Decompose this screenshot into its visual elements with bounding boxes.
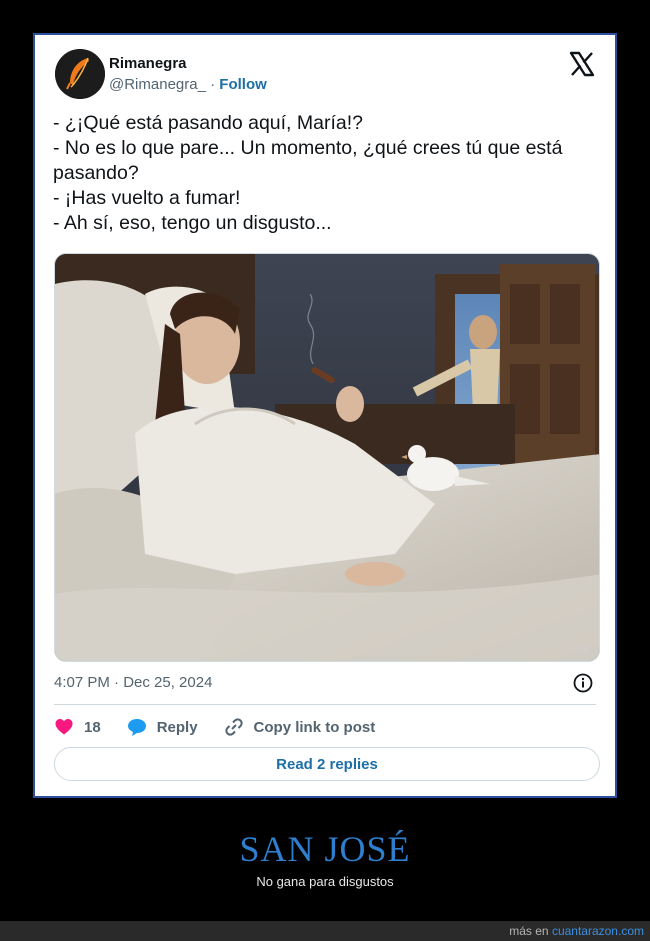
footer-site-link[interactable]: cuantarazon.com	[552, 924, 644, 938]
author-handle-line: @Rimanegra_ · Follow	[109, 76, 267, 93]
tweet-image[interactable]: GROK	[54, 253, 600, 662]
image-watermark: GROK	[560, 645, 591, 655]
link-icon	[224, 718, 243, 736]
author-name[interactable]: Rimanegra	[109, 55, 187, 72]
like-count: 18	[84, 718, 101, 736]
tweet-text: - ¿¡Qué está pasando aquí, María!? - No …	[53, 111, 598, 236]
feather-icon	[55, 49, 105, 99]
caption-subtitle: No gana para disgustos	[256, 874, 394, 889]
tweet-embed-frame: Rimanegra @Rimanegra_ · Follow - ¿¡Qué e…	[33, 33, 617, 798]
author-handle[interactable]: @Rimanegra_	[109, 76, 206, 93]
footer-prefix: más en	[509, 924, 549, 938]
action-bar: 18 Reply Copy link to post	[54, 715, 401, 739]
bedroom-scene-illustration	[55, 254, 599, 661]
tweet-line: - ¿¡Qué está pasando aquí, María!?	[53, 112, 364, 134]
read-replies-button[interactable]: Read 2 replies	[54, 747, 600, 781]
like-button[interactable]: 18	[54, 717, 101, 737]
x-logo-icon[interactable]	[569, 51, 595, 77]
tweet-line: - ¡Has vuelto a fumar!	[53, 187, 241, 209]
divider	[54, 704, 596, 705]
tweet-card: Rimanegra @Rimanegra_ · Follow - ¿¡Qué e…	[37, 37, 613, 794]
timestamp-link[interactable]: 4:07 PM · Dec 25, 2024	[54, 674, 212, 691]
tweet-line: - No es lo que pare... Un momento, ¿qué …	[53, 137, 563, 184]
speech-bubble-icon	[127, 719, 146, 736]
copy-link-button[interactable]: Copy link to post	[224, 717, 376, 737]
follow-link[interactable]: Follow	[219, 76, 267, 93]
info-icon[interactable]	[573, 673, 593, 693]
separator-dot: ·	[210, 76, 216, 93]
copy-link-label: Copy link to post	[253, 718, 376, 736]
avatar[interactable]	[55, 49, 105, 99]
tweet-line: - Ah sí, eso, tengo un disgusto...	[53, 212, 332, 234]
caption-title: SAN JOSÉ	[239, 829, 411, 869]
reply-label: Reply	[156, 718, 198, 736]
reply-button[interactable]: Reply	[127, 717, 198, 737]
heart-icon	[55, 719, 73, 735]
site-footer: más en cuantarazon.com	[0, 921, 650, 941]
